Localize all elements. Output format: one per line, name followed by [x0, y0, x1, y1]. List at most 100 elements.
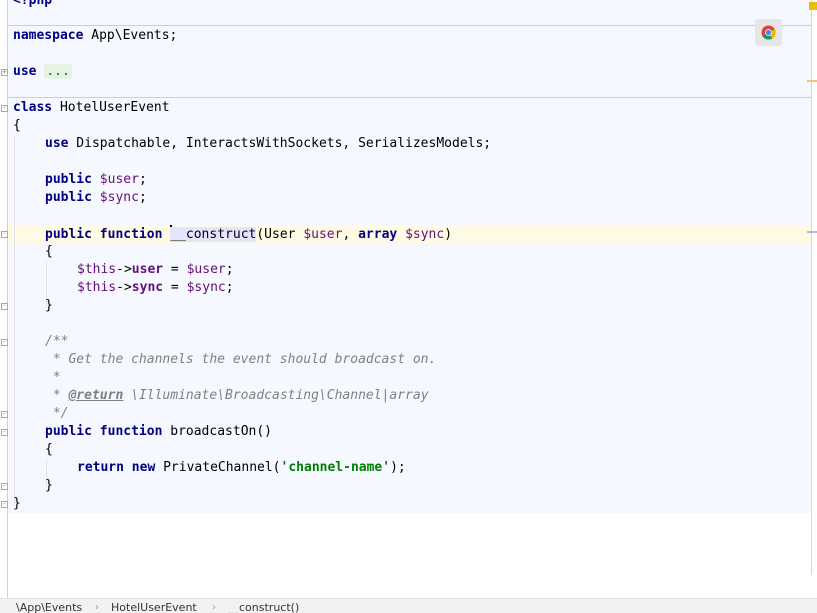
fold-collapse-icon[interactable]: - — [1, 339, 8, 346]
keyword: class — [13, 100, 53, 115]
operator: -> — [116, 280, 132, 295]
code-line[interactable]: /** — [45, 333, 68, 351]
variable: $sync — [186, 280, 226, 295]
string-literal: 'channel-name' — [280, 460, 391, 475]
doc-comment: * Get the channels the event should broa… — [45, 352, 437, 367]
punctuation: ; — [138, 190, 147, 205]
parameter-type: (User — [256, 227, 304, 242]
keyword: array — [358, 227, 398, 242]
class-name: HotelUserEvent — [52, 100, 170, 115]
code-line[interactable]: * @return \Illuminate\Broadcasting\Chann… — [45, 387, 429, 405]
keyword: namespace — [13, 28, 84, 43]
punctuation: ; — [225, 280, 234, 295]
keyword: public — [45, 172, 92, 187]
fold-collapse-icon[interactable]: - — [1, 303, 8, 310]
doc-comment: */ — [45, 406, 69, 421]
error-stripe-marker[interactable] — [807, 231, 817, 233]
keyword: function — [99, 424, 163, 439]
keyword: public — [45, 190, 92, 205]
operator: = — [163, 262, 187, 277]
error-stripe-marker[interactable] — [807, 80, 817, 82]
code-line[interactable]: { — [13, 117, 21, 135]
folded-imports[interactable]: ... — [44, 64, 72, 79]
php-open-tag: <?php — [13, 0, 53, 8]
punctuation: ; — [138, 172, 147, 187]
code-line[interactable]: use ... — [13, 63, 72, 81]
variable: $user — [99, 172, 139, 187]
warning-marker[interactable] — [809, 2, 817, 10]
breadcrumb-item-method[interactable]: __construct() — [228, 601, 299, 613]
doc-comment: * — [45, 370, 61, 385]
variable: $user — [186, 262, 226, 277]
code-line[interactable]: public $sync; — [45, 189, 147, 207]
code-line[interactable]: class HotelUserEvent — [13, 99, 170, 117]
property: sync — [131, 280, 164, 295]
variable: $sync — [99, 190, 139, 205]
breadcrumb-separator: › — [95, 602, 99, 613]
code-line[interactable]: $this->sync = $sync; — [77, 279, 234, 297]
code-line[interactable]: use Dispatchable, InteractsWithSockets, … — [45, 135, 491, 153]
fold-collapse-icon[interactable]: - — [1, 411, 8, 418]
keyword: new — [131, 460, 156, 475]
doc-tag: @return — [68, 388, 124, 403]
fold-collapse-icon[interactable]: - — [1, 429, 8, 436]
method-name: broadcastOn() — [162, 424, 272, 439]
code-line[interactable]: return new PrivateChannel('channel-name'… — [77, 459, 406, 477]
code-line[interactable]: { — [45, 243, 53, 261]
property: user — [131, 262, 164, 277]
breadcrumb-item-class[interactable]: HotelUserEvent — [111, 601, 197, 613]
code-editor[interactable]: + - - - - - - - - <?php namespace App\Ev… — [0, 0, 817, 600]
code-line[interactable]: { — [45, 441, 53, 459]
method-name: __construct — [170, 227, 257, 242]
keyword: public — [45, 227, 92, 242]
editor-scrollbar[interactable] — [811, 0, 817, 575]
open-in-browser-button[interactable] — [755, 19, 782, 46]
doc-comment: /** — [45, 334, 69, 349]
punctuation: ); — [390, 460, 406, 475]
variable: $sync — [405, 227, 445, 242]
fold-collapse-icon[interactable]: - — [1, 483, 8, 490]
code-line[interactable]: * — [45, 369, 61, 387]
keyword: return — [77, 460, 124, 475]
fold-expand-icon[interactable]: + — [1, 69, 8, 76]
brace: } — [45, 478, 53, 493]
indent-guide — [14, 136, 15, 506]
brace: } — [45, 298, 53, 313]
code-line[interactable]: * Get the channels the event should broa… — [45, 351, 437, 369]
fold-collapse-icon[interactable]: - — [1, 231, 8, 238]
editor-gutter[interactable] — [0, 0, 8, 600]
code-line[interactable]: <?php — [13, 0, 52, 10]
fold-collapse-icon[interactable]: - — [1, 501, 8, 508]
variable: $this — [77, 262, 117, 277]
namespace-name: App\Events; — [83, 28, 178, 43]
fold-collapse-icon[interactable]: - — [1, 105, 8, 112]
trait-list: Dispatchable, InteractsWithSockets, Seri… — [68, 136, 492, 151]
code-line[interactable]: */ — [45, 405, 69, 423]
brace: } — [13, 496, 21, 511]
punctuation: ; — [225, 262, 234, 277]
brace: { — [45, 244, 53, 259]
variable: $this — [77, 280, 117, 295]
code-line[interactable]: public function broadcastOn() — [45, 423, 272, 441]
code-line[interactable]: namespace App\Events; — [13, 27, 177, 45]
breadcrumb: \App\Events › HotelUserEvent › __constru… — [0, 598, 817, 613]
code-line[interactable]: $this->user = $user; — [77, 261, 234, 279]
chrome-icon — [761, 25, 776, 40]
code-line[interactable]: public function __construct(User $user, … — [45, 225, 452, 243]
code-line[interactable]: } — [13, 495, 21, 513]
class-instantiation: PrivateChannel( — [155, 460, 281, 475]
code-line[interactable]: public $user; — [45, 171, 147, 189]
brace: { — [45, 442, 53, 457]
keyword: use — [45, 136, 69, 151]
method-separator — [8, 25, 812, 26]
operator: = — [163, 280, 187, 295]
doc-comment: * — [45, 388, 69, 403]
code-line[interactable]: } — [45, 297, 53, 315]
breadcrumb-item-namespace[interactable]: \App\Events — [16, 601, 82, 613]
code-line[interactable]: } — [45, 477, 53, 495]
method-separator — [8, 97, 812, 98]
variable: $user — [303, 227, 343, 242]
